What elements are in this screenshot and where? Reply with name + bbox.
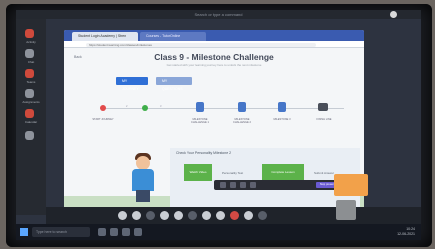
more-icon[interactable] [250, 182, 256, 188]
my-questions-button[interactable]: MY QUESTIONS [156, 77, 192, 91]
avatar[interactable] [390, 11, 397, 18]
step-label: MILESTONE CHALLENGE 2 [233, 118, 251, 124]
app-rail: Activity Chat Teams Assignments Calendar [16, 19, 46, 215]
activity-icon[interactable] [25, 29, 34, 38]
chat-icon[interactable] [160, 211, 169, 220]
notification-card[interactable] [334, 174, 368, 196]
mic-icon[interactable] [132, 211, 141, 220]
chat-icon[interactable] [25, 49, 34, 58]
step-label: MILESTONE 3 [273, 118, 291, 121]
step-label: FINISH LINE [316, 118, 332, 121]
rail-label-activity: Activity [26, 40, 36, 44]
assignments-icon[interactable] [25, 89, 34, 98]
milestone-text: Submit Answer [314, 171, 335, 175]
tab-student-login[interactable]: Student Login Academy | Stren [72, 32, 138, 41]
step-node[interactable] [238, 102, 246, 112]
reactions-icon[interactable] [188, 211, 197, 220]
tab-courses[interactable]: Courses - TutorOnline [140, 32, 206, 41]
share-icon[interactable] [240, 182, 246, 188]
progress-track [100, 108, 344, 109]
windows-start-icon[interactable] [20, 228, 28, 236]
milestone-card[interactable]: Watch Video [184, 164, 212, 181]
camera-icon[interactable] [220, 182, 226, 188]
teams-icon[interactable] [25, 69, 34, 78]
task-view-icon[interactable] [98, 228, 106, 236]
more-options-icon[interactable] [216, 211, 225, 220]
hang-up-icon[interactable] [230, 211, 239, 220]
share-screen-icon[interactable] [146, 211, 155, 220]
participants-icon[interactable] [174, 211, 183, 220]
address-bar: https://student.learning.com/classes/mil… [64, 41, 364, 48]
desktop-screen: Search or type a command Activity Chat T… [16, 10, 421, 240]
browser-tabstrip: Student Login Academy | Stren Courses - … [64, 30, 364, 41]
shared-browser-window: Student Login Academy | Stren Courses - … [64, 30, 364, 208]
url-field[interactable]: https://student.learning.com/classes/mil… [86, 42, 316, 47]
step-number: 3 [160, 105, 162, 108]
step-node[interactable] [100, 105, 106, 111]
calls-icon[interactable] [25, 131, 34, 140]
mic-icon[interactable] [230, 182, 236, 188]
rail-label-teams: Teams [26, 80, 36, 84]
milestone-heading: Check Your Personality Milestone 2 [176, 151, 232, 155]
camera-icon[interactable] [118, 211, 127, 220]
step-label: START JOURNEY [92, 118, 114, 121]
calendar-icon[interactable] [25, 109, 34, 118]
record-icon[interactable] [258, 211, 267, 220]
taskbar-search[interactable]: Type here to search [32, 227, 90, 237]
step-number: 2 [126, 105, 128, 108]
rail-label-chat: Chat [27, 60, 35, 64]
milestone-card[interactable]: Complete Lesson [262, 164, 304, 181]
raise-hand-icon[interactable] [202, 211, 211, 220]
settings-icon[interactable] [244, 211, 253, 220]
clock: 10:24 12-06-2021 [397, 227, 415, 237]
command-search[interactable]: Search or type a command [194, 12, 242, 17]
page-title: Class 9 - Milestone Challenge [154, 52, 274, 62]
character-body [132, 169, 154, 191]
character-legs [136, 190, 150, 202]
milestone-text: Personality Test [222, 171, 244, 175]
taskbar: Type here to search 10:24 12-06-2021 [16, 224, 421, 240]
milestone-panel: Check Your Personality Milestone 2 Watch… [170, 148, 360, 208]
page-subtitle: Get started with your learning journey h… [166, 63, 262, 67]
participant-video[interactable] [336, 200, 356, 220]
my-journey-button[interactable]: MY JOURNEY [116, 77, 148, 91]
window-title-bar: Search or type a command [16, 10, 421, 19]
step-node[interactable] [278, 102, 286, 112]
character-illustration [136, 156, 150, 170]
rail-label-assignments: Assignments [22, 100, 40, 104]
browser-icon[interactable] [122, 228, 130, 236]
rail-label-calendar: Calendar [24, 120, 38, 124]
finish-node[interactable] [318, 103, 328, 111]
clock-date: 12-06-2021 [397, 232, 415, 236]
step-label: MILESTONE CHALLENGE 1 [191, 118, 209, 124]
step-node[interactable] [196, 102, 204, 112]
call-controls [46, 207, 421, 224]
step-node[interactable] [142, 105, 148, 111]
file-explorer-icon[interactable] [110, 228, 118, 236]
teams-icon[interactable] [134, 228, 142, 236]
